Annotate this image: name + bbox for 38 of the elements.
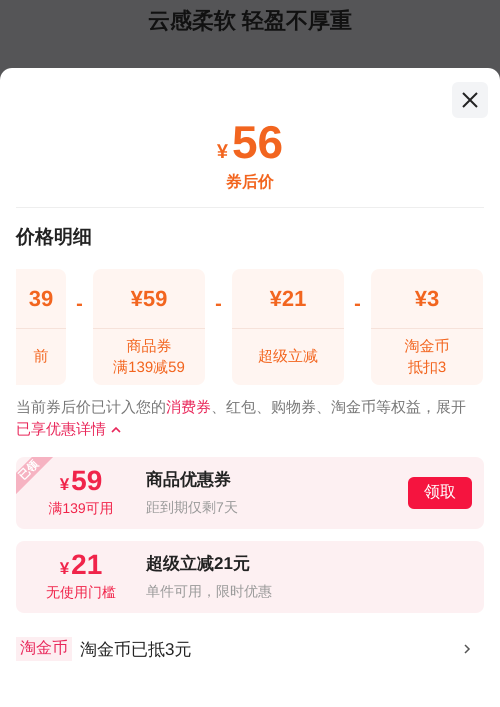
component-label: 满139减59 xyxy=(113,358,185,378)
discount-link[interactable]: 消费券 xyxy=(166,398,211,416)
coupon-title: 超级立减21元 xyxy=(146,553,251,576)
coupon-amount: 59 xyxy=(71,466,102,496)
coupon-subtitle: 单件可用，限时优惠 xyxy=(146,582,273,601)
component-label: 抵扣3 xyxy=(408,358,446,378)
final-price: 56 xyxy=(232,118,284,166)
product-title: 云感柔软 轻盈不厚重 xyxy=(148,7,352,35)
close-button[interactable] xyxy=(452,82,488,118)
price-label: 券后价 xyxy=(226,172,274,193)
coin-row[interactable]: 淘金币 淘金币已抵3元 xyxy=(16,636,484,662)
component-amount: 39 xyxy=(28,284,54,312)
coin-tag: 淘金币 xyxy=(16,637,72,662)
discount-link[interactable]: 已享优惠详情 xyxy=(16,420,122,438)
section-title: 价格明细 xyxy=(16,226,93,250)
minus-sign: - xyxy=(214,292,223,316)
claim-button[interactable]: 领取 xyxy=(408,476,472,508)
component-amount: ¥59 xyxy=(130,284,168,312)
component-label: 商品券 xyxy=(126,336,172,356)
coupon-subtitle: 距到期仅剩7天 xyxy=(146,498,239,517)
coupon-currency: ¥ xyxy=(60,474,70,496)
discount-note: 当前券后价已计入您的消费券、红包、购物券、淘金币等权益，展开 已享优惠详情 xyxy=(16,398,467,440)
minus-sign: - xyxy=(353,292,362,316)
coupon-condition: 满139可用 xyxy=(48,498,114,518)
component-label: 淘金币 xyxy=(404,336,450,356)
close-icon xyxy=(461,91,479,109)
coupon-amount: 21 xyxy=(71,550,102,580)
currency-symbol: ¥ xyxy=(216,140,228,165)
component-label: 前 xyxy=(34,347,48,367)
minus-sign: - xyxy=(75,292,84,316)
coupon-currency: ¥ xyxy=(60,558,70,580)
coupon-condition: 无使用门槛 xyxy=(46,582,116,602)
component-amount: ¥21 xyxy=(270,284,306,312)
coupon-title: 商品优惠券 xyxy=(146,469,232,492)
component-amount: ¥3 xyxy=(414,284,440,312)
component-label: 超级立减 xyxy=(258,347,318,367)
chevron-right-icon xyxy=(462,643,472,656)
coin-text: 淘金币已抵3元 xyxy=(80,638,192,660)
